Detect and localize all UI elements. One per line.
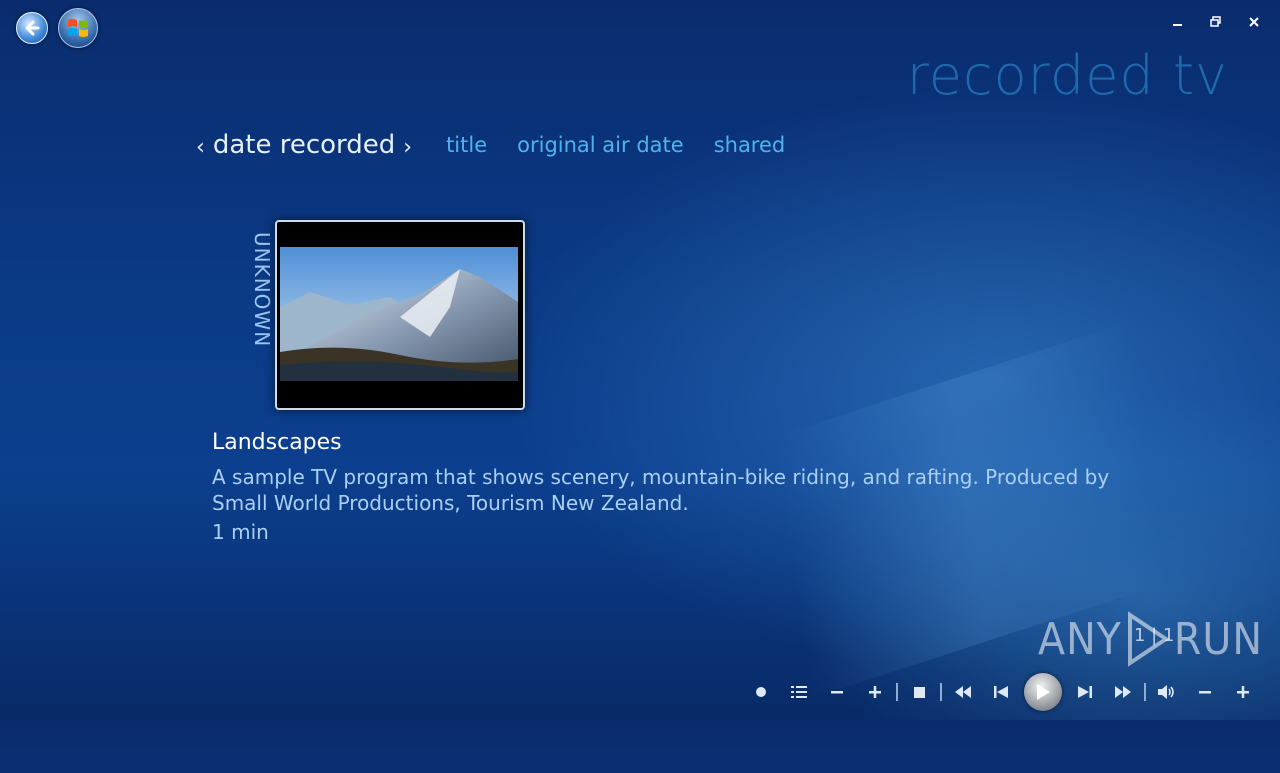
app-title: recorded tv: [906, 44, 1228, 107]
program-description: A sample TV program that shows scenery, …: [212, 465, 1110, 515]
minus-icon: [1199, 691, 1211, 694]
chevron-left-icon[interactable]: ‹: [196, 135, 205, 160]
restore-icon: [1210, 16, 1221, 27]
chevron-right-icon[interactable]: ›: [403, 135, 412, 160]
separator: [1144, 683, 1146, 701]
transport-controls: [742, 672, 1262, 712]
program-thumbnail[interactable]: [275, 220, 525, 410]
stop-icon: [913, 686, 925, 698]
window-controls: [1168, 12, 1264, 32]
separator: [940, 683, 942, 701]
separator: [896, 683, 898, 701]
record-button[interactable]: [742, 675, 780, 709]
pivot-current[interactable]: ‹ date recorded ›: [188, 130, 420, 160]
pivot-title[interactable]: title: [446, 133, 487, 157]
back-button[interactable]: [16, 12, 48, 44]
back-arrow-icon: [25, 20, 40, 36]
skip-forward-icon: [1078, 686, 1092, 698]
watermark-counter: 1 | 1: [1134, 625, 1175, 646]
minimize-button[interactable]: [1168, 12, 1188, 32]
plus-icon: [869, 686, 881, 698]
pivot-current-label: date recorded: [212, 130, 396, 160]
list-icon: [791, 686, 807, 698]
minimize-icon: [1173, 24, 1182, 26]
fast-forward-button[interactable]: [1104, 675, 1142, 709]
close-button[interactable]: [1244, 12, 1264, 32]
volume-down-button[interactable]: [1186, 675, 1224, 709]
channel-up-button[interactable]: [856, 675, 894, 709]
skip-back-icon: [994, 686, 1008, 698]
windows-logo-icon: [68, 19, 88, 37]
pivot-original-air-date[interactable]: original air date: [517, 133, 684, 157]
windows-start-button[interactable]: [58, 8, 98, 48]
speaker-icon: [1158, 685, 1174, 699]
program-duration: 1 min: [212, 520, 269, 544]
rewind-button[interactable]: [944, 675, 982, 709]
program-title: Landscapes: [212, 430, 342, 455]
play-button[interactable]: [1024, 673, 1062, 711]
mute-button[interactable]: [1148, 675, 1186, 709]
guide-button[interactable]: [780, 675, 818, 709]
pivot-bar: ‹ date recorded › title original air dat…: [188, 130, 785, 160]
stop-button[interactable]: [900, 675, 938, 709]
fast-forward-icon: [1115, 686, 1131, 698]
watermark-left-text: ANY: [1038, 613, 1122, 665]
group-label: UNKNOWN: [250, 232, 274, 348]
watermark-right-text: RUN: [1173, 613, 1263, 665]
close-icon: [1249, 17, 1259, 27]
record-icon: [756, 687, 766, 697]
rewind-icon: [955, 686, 971, 698]
channel-down-button[interactable]: [818, 675, 856, 709]
landscape-thumbnail-image: [280, 247, 518, 381]
skip-back-button[interactable]: [982, 675, 1020, 709]
minus-icon: [831, 691, 843, 694]
play-icon: [1037, 684, 1050, 700]
plus-icon: [1237, 686, 1249, 698]
skip-forward-button[interactable]: [1066, 675, 1104, 709]
pivot-shared[interactable]: shared: [714, 133, 786, 157]
volume-up-button[interactable]: [1224, 675, 1262, 709]
restore-button[interactable]: [1206, 12, 1226, 32]
